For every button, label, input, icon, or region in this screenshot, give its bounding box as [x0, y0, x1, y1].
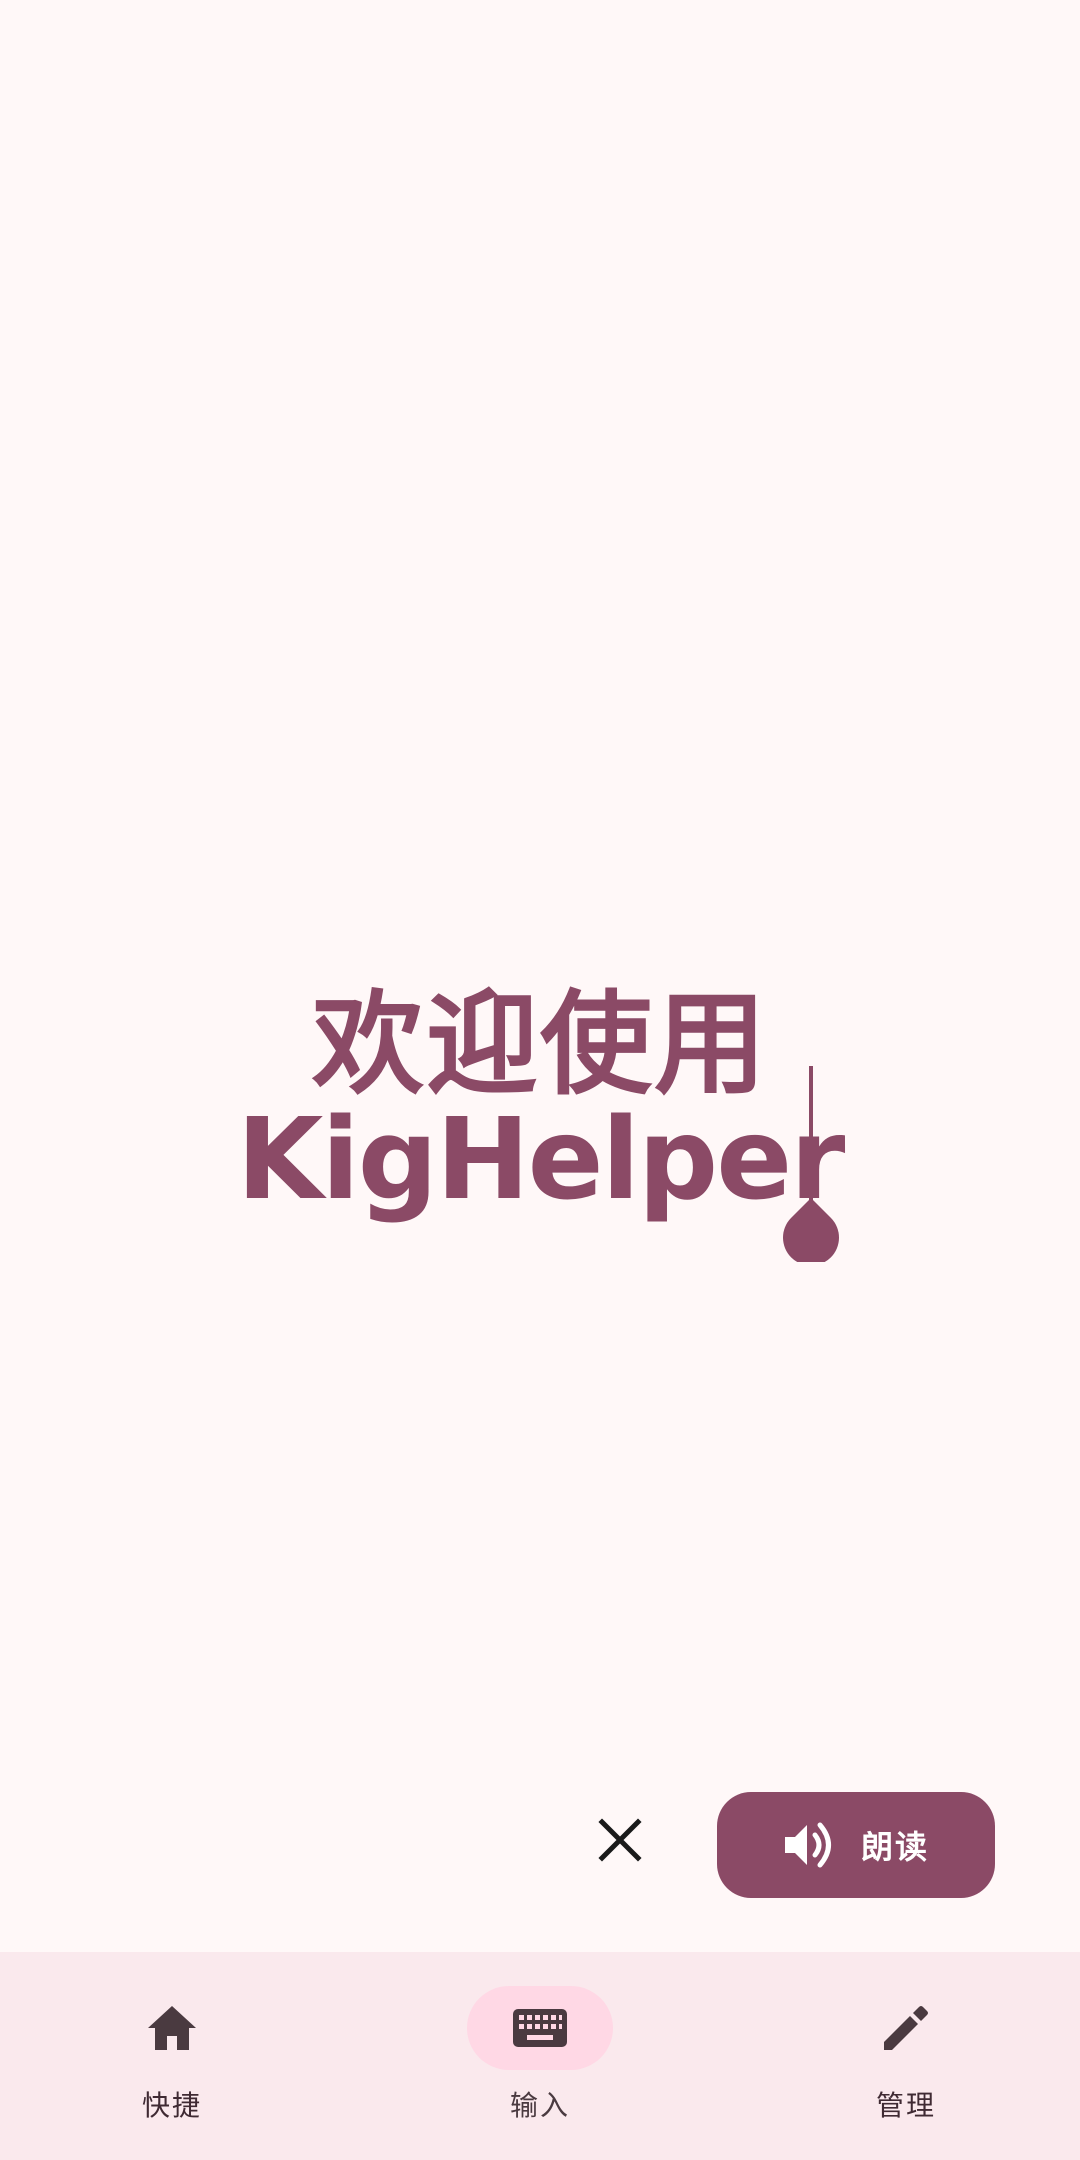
- nav-item-shortcuts-indicator: [99, 1986, 245, 2070]
- nav-item-manage-label: 管理: [875, 2089, 936, 2122]
- read-aloud-button[interactable]: 朗读: [717, 1792, 995, 1898]
- volume-icon: [784, 1822, 831, 1868]
- nav-item-shortcuts[interactable]: 快捷: [72, 1952, 272, 2160]
- pencil-icon: [884, 2006, 928, 2050]
- bottom-navigation: 快捷 输入 管理: [0, 1952, 1080, 2160]
- nav-item-input[interactable]: 输入: [440, 1952, 640, 2160]
- nav-item-manage[interactable]: 管理: [806, 1952, 1006, 2160]
- close-icon: [598, 1818, 642, 1862]
- nav-item-shortcuts-label: 快捷: [141, 2089, 202, 2122]
- keyboard-icon: [513, 2009, 567, 2047]
- close-button[interactable]: [585, 1805, 655, 1875]
- nav-item-manage-indicator: [833, 1986, 979, 2070]
- text-editor[interactable]: 欢迎使用 KigHelper: [0, 960, 1080, 1262]
- nav-item-input-indicator: [467, 1986, 613, 2070]
- home-icon: [148, 2006, 196, 2050]
- nav-item-input-label: 输入: [509, 2089, 570, 2122]
- editor-text-line-2[interactable]: KigHelper: [0, 1095, 1080, 1225]
- text-cursor: [809, 1066, 813, 1201]
- read-aloud-label: 朗读: [860, 1828, 929, 1866]
- app-screen: 欢迎使用 KigHelper 朗读 快捷 输入 管理: [0, 0, 1080, 2160]
- cursor-handle-icon[interactable]: [783, 1196, 839, 1262]
- editor-text-line-1[interactable]: 欢迎使用: [0, 980, 1080, 1110]
